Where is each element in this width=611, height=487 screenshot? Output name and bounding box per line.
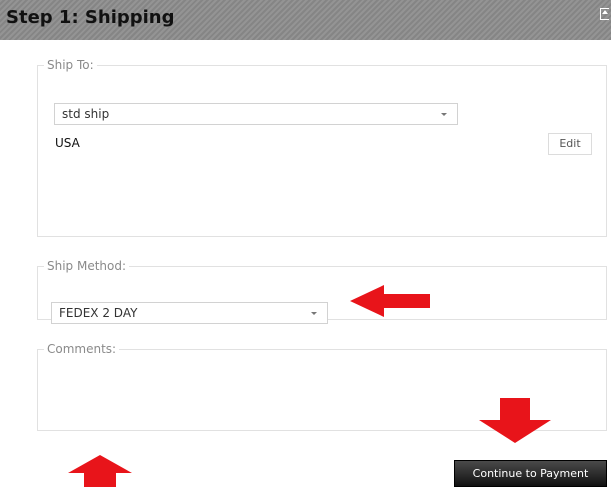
- ship-method-select[interactable]: FEDEX 2 DAY: [51, 302, 328, 324]
- continue-to-payment-button[interactable]: Continue to Payment: [454, 460, 607, 487]
- ship-method-section: Ship Method: FEDEX 2 DAY: [37, 259, 607, 324]
- ship-to-section: Ship To: std ship USA Edit: [37, 58, 607, 237]
- up-arrow-icon: [68, 455, 132, 487]
- ship-to-address-value: std ship: [62, 107, 110, 121]
- edit-address-button[interactable]: Edit: [548, 133, 592, 155]
- ship-to-legend: Ship To:: [47, 58, 94, 72]
- collapse-icon[interactable]: [600, 8, 609, 20]
- left-arrow-icon: [350, 285, 430, 317]
- ship-to-country: USA: [55, 136, 80, 150]
- ship-method-legend: Ship Method:: [47, 259, 127, 273]
- step-title: Step 1: Shipping: [6, 7, 175, 28]
- ship-method-value: FEDEX 2 DAY: [59, 306, 138, 320]
- chevron-down-icon: [441, 113, 447, 116]
- down-arrow-icon: [479, 398, 551, 443]
- comments-legend: Comments:: [47, 342, 117, 356]
- chevron-down-icon: [311, 312, 317, 315]
- ship-to-address-select[interactable]: std ship: [54, 103, 458, 125]
- step-header: Step 1: Shipping: [0, 0, 611, 40]
